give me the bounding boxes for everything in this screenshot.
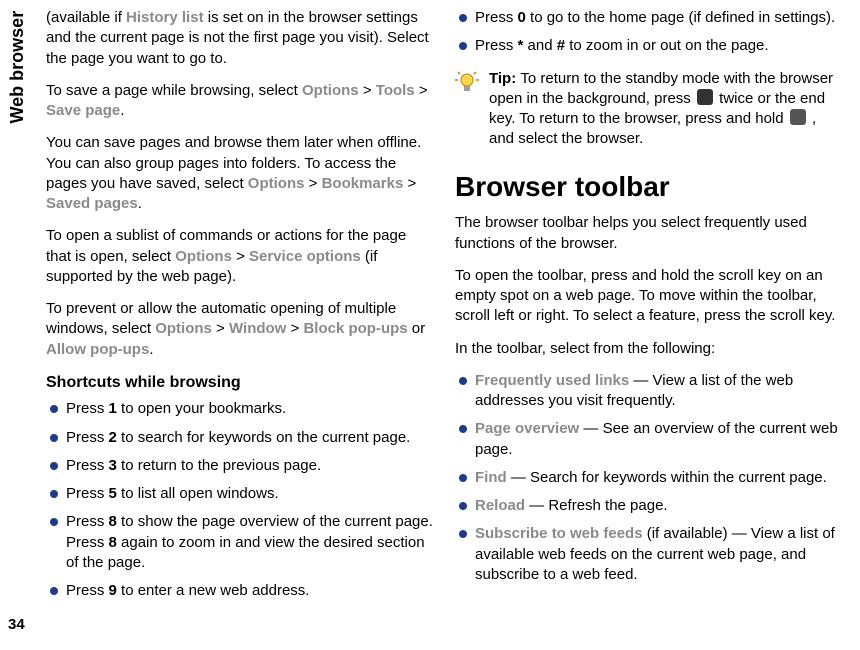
paragraph: In the toolbar, select from the followin… — [455, 339, 842, 359]
text: > — [212, 320, 229, 337]
text: to enter a new web address. — [117, 582, 310, 599]
paragraph: The browser toolbar helps you select fre… — [455, 213, 842, 254]
content-columns: (available if History list is set on in … — [34, 0, 860, 650]
key: 3 — [109, 457, 117, 474]
text: — Refresh the page. — [525, 497, 668, 514]
section-heading: Browser toolbar — [455, 168, 842, 206]
list-item: Press 5 to list all open windows. — [46, 484, 433, 504]
list-item: Press 2 to search for keywords on the cu… — [46, 428, 433, 448]
ui-term: Block pop-ups — [303, 320, 407, 337]
ui-term: Options — [175, 248, 232, 265]
paragraph: To open the toolbar, press and hold the … — [455, 266, 842, 327]
key: 1 — [109, 400, 117, 417]
list-item: Press 9 to enter a new web address. — [46, 581, 433, 601]
text: > — [232, 248, 249, 265]
ui-term: Allow pop-ups — [46, 341, 149, 358]
text: Press — [66, 400, 109, 417]
shortcut-list-cont: Press 0 to go to the home page (if defin… — [455, 8, 842, 65]
text: Press — [475, 37, 518, 54]
text: (available if — [46, 9, 126, 26]
text: Press — [66, 582, 109, 599]
text: > — [304, 175, 321, 192]
ui-term: Service options — [249, 248, 361, 265]
text: — Search for keywords within the current… — [507, 469, 827, 486]
ui-term: Options — [248, 175, 305, 192]
ui-term: Frequently used links — [475, 372, 629, 389]
lightbulb-icon — [455, 71, 479, 95]
paragraph: (available if History list is set on in … — [46, 8, 433, 69]
menu-key-icon — [790, 109, 806, 125]
list-item: Press 8 to show the page overview of the… — [46, 512, 433, 573]
shortcut-list: Press 1 to open your bookmarks. Press 2 … — [46, 399, 433, 609]
list-item: Press 1 to open your bookmarks. — [46, 399, 433, 419]
text: > — [359, 82, 376, 99]
text: . — [138, 195, 142, 212]
text: to open your bookmarks. — [117, 400, 286, 417]
text: . — [149, 341, 153, 358]
ui-term: Find — [475, 469, 507, 486]
text: > — [403, 175, 416, 192]
text: to go to the home page (if defined in se… — [526, 9, 835, 26]
paragraph: To prevent or allow the automatic openin… — [46, 299, 433, 360]
text: to search for keywords on the current pa… — [117, 429, 411, 446]
key: 2 — [109, 429, 117, 446]
key: # — [557, 37, 565, 54]
text: or — [408, 320, 426, 337]
key: 5 — [109, 485, 117, 502]
text: > — [286, 320, 303, 337]
toolbar-list: Frequently used links — View a list of t… — [455, 371, 842, 593]
text: Press — [66, 485, 109, 502]
ui-term: Tools — [376, 82, 415, 99]
text: and — [523, 37, 556, 54]
text: to return to the previous page. — [117, 457, 321, 474]
paragraph: You can save pages and browse them later… — [46, 133, 433, 214]
list-item: Subscribe to web feeds (if available) — … — [455, 524, 842, 585]
list-item: Press * and # to zoom in or out on the p… — [455, 36, 842, 56]
tip-text: Tip: To return to the standby mode with … — [489, 69, 842, 150]
ui-term: Page overview — [475, 420, 579, 437]
right-column: Press 0 to go to the home page (if defin… — [455, 8, 842, 642]
list-item: Reload — Refresh the page. — [455, 496, 842, 516]
key: 0 — [518, 9, 526, 26]
ui-term: Subscribe to web feeds — [475, 525, 643, 542]
text: Press — [66, 513, 109, 530]
ui-term: Options — [302, 82, 359, 99]
ui-term: History list — [126, 9, 204, 26]
list-item: Find — Search for keywords within the cu… — [455, 468, 842, 488]
ui-term: Window — [229, 320, 286, 337]
ui-term: Options — [155, 320, 212, 337]
text: Press — [66, 457, 109, 474]
key: 8 — [109, 513, 117, 530]
list-item: Press 0 to go to the home page (if defin… — [455, 8, 842, 28]
manual-page: Web browser 34 (available if History lis… — [0, 0, 860, 650]
ui-term: Reload — [475, 497, 525, 514]
paragraph: To save a page while browsing, select Op… — [46, 81, 433, 122]
side-tab-label: Web browser — [5, 11, 29, 124]
browser-key-icon — [697, 89, 713, 105]
key: 9 — [109, 582, 117, 599]
text: To save a page while browsing, select — [46, 82, 302, 99]
ui-term: Save page — [46, 102, 120, 119]
text: to list all open windows. — [117, 485, 279, 502]
tip-label: Tip: — [489, 70, 520, 87]
text: . — [120, 102, 124, 119]
list-item: Frequently used links — View a list of t… — [455, 371, 842, 412]
text: Press — [66, 429, 109, 446]
key: 8 — [109, 534, 117, 551]
list-item: Press 3 to return to the previous page. — [46, 456, 433, 476]
side-tab: Web browser 34 — [0, 0, 34, 650]
text: > — [415, 82, 428, 99]
ui-term: Bookmarks — [322, 175, 404, 192]
left-column: (available if History list is set on in … — [46, 8, 433, 642]
ui-term: Saved pages — [46, 195, 138, 212]
page-number: 34 — [8, 615, 25, 635]
list-item: Page overview — See an overview of the c… — [455, 419, 842, 460]
tip-block: Tip: To return to the standby mode with … — [455, 69, 842, 150]
paragraph: To open a sublist of commands or actions… — [46, 226, 433, 287]
text: Press — [475, 9, 518, 26]
text: again to zoom in and view the desired se… — [66, 534, 425, 571]
text: to zoom in or out on the page. — [565, 37, 768, 54]
subheading: Shortcuts while browsing — [46, 372, 433, 394]
